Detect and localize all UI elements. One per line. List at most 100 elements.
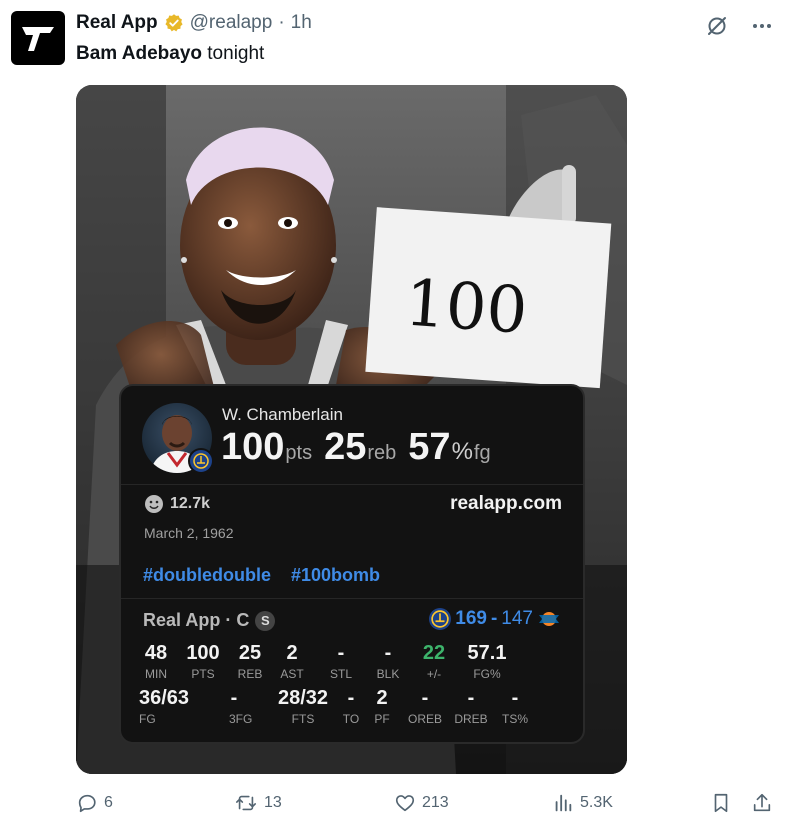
stat-cell: - DREB xyxy=(451,687,491,726)
share-icon xyxy=(753,793,771,812)
reactions-count: 12.7k xyxy=(170,495,211,512)
stat-value: - xyxy=(467,687,475,709)
repost-icon xyxy=(236,795,256,811)
pts-unit: pts xyxy=(285,442,313,464)
reply-count: 6 xyxy=(104,794,113,811)
stat-label: +/- xyxy=(426,667,442,681)
stat-label: BLK xyxy=(376,667,400,681)
post-text-rest: tonight xyxy=(202,43,265,64)
stat-cell: - OREB xyxy=(405,687,445,726)
reply-icon xyxy=(78,794,96,813)
stat-value: 57.1 xyxy=(467,642,507,664)
stat-value: - xyxy=(421,687,429,709)
stat-value: 48 xyxy=(144,642,168,664)
post-time[interactable]: 1h xyxy=(291,12,312,34)
like-button[interactable]: 213 xyxy=(394,792,449,814)
smiley-icon xyxy=(145,495,163,513)
stat-label: PF xyxy=(374,712,390,726)
more-options-icon[interactable] xyxy=(751,15,773,37)
stat-label: STL xyxy=(329,667,352,681)
stat-label: TS% xyxy=(501,712,528,726)
stat-cell: - TS% xyxy=(495,687,535,726)
reb-unit: reb xyxy=(367,442,397,464)
like-count: 213 xyxy=(422,794,449,811)
bookmark-button[interactable] xyxy=(710,792,732,814)
hashtag[interactable]: #100bomb xyxy=(291,565,380,586)
stat-value: - xyxy=(347,687,355,709)
score-dash: - xyxy=(490,608,498,629)
score-loss: 147 xyxy=(501,608,533,629)
stat-label: FG xyxy=(139,712,156,726)
stat-value: 36/63 xyxy=(139,687,190,709)
stat-value: 28/32 xyxy=(277,687,329,709)
headline-stats: 100pts 25reb 57%fg xyxy=(221,426,491,469)
reb-value: 25 xyxy=(324,426,367,468)
stat-cell: 28/32 FTS xyxy=(273,687,333,726)
stat-value: - xyxy=(511,687,519,709)
stat-cell: 36/63 FG xyxy=(139,687,203,726)
post-media[interactable]: 100 W. Chamberlain 100pts 25reb 57%fg 12… xyxy=(76,85,627,774)
author-handle[interactable]: @realapp xyxy=(190,12,273,34)
author-avatar[interactable] xyxy=(11,11,65,65)
stat-value: 25 xyxy=(238,642,262,664)
team-logo-small xyxy=(188,448,214,474)
s-badge: S xyxy=(255,610,276,631)
stat-cell: - BLK xyxy=(371,642,405,681)
stat-value: - xyxy=(230,687,238,709)
heart-icon xyxy=(395,795,415,812)
stat-value: 100 xyxy=(186,642,220,664)
warriors-logo-icon xyxy=(193,453,209,469)
stat-cell: 57.1 FG% xyxy=(465,642,509,681)
fg-percent-sign: % xyxy=(451,438,473,465)
bookmark-icon xyxy=(714,793,728,813)
stat-cell: 25 REB xyxy=(233,642,267,681)
final-score: 169-147 xyxy=(429,608,561,630)
site-link[interactable]: realapp.com xyxy=(450,493,562,515)
card-divider xyxy=(121,484,583,485)
hashtag[interactable]: #doubledouble xyxy=(143,565,271,586)
grok-icon[interactable] xyxy=(705,14,729,38)
stat-cell: - TO xyxy=(334,687,368,726)
share-button[interactable] xyxy=(751,792,773,814)
stat-label: FG% xyxy=(473,667,501,681)
post-header: Real App @realapp · 1h xyxy=(76,12,312,34)
author-name[interactable]: Real App xyxy=(76,12,158,34)
knicks-logo-icon xyxy=(537,608,561,630)
stat-cell: - 3FG xyxy=(217,687,252,726)
fg-value: 57 xyxy=(408,426,451,468)
knicks-logo-glyph-icon xyxy=(539,612,559,626)
game-date: March 2, 1962 xyxy=(144,525,234,541)
warriors-logo-glyph-icon xyxy=(431,610,449,628)
stat-value: - xyxy=(384,642,392,664)
card-divider xyxy=(121,598,583,599)
stat-cell: 22 +/- xyxy=(417,642,451,681)
stat-label: DREB xyxy=(454,712,488,726)
real-app-logo-icon xyxy=(22,27,54,51)
stat-cell: - STL xyxy=(324,642,358,681)
header-separator: · xyxy=(278,12,285,33)
reactions[interactable]: 12.7k xyxy=(144,494,210,514)
stat-label: PTS xyxy=(191,667,215,681)
stat-card[interactable]: W. Chamberlain 100pts 25reb 57%fg 12.7k … xyxy=(119,384,585,744)
stat-cell: 48 MIN xyxy=(139,642,173,681)
repost-button[interactable]: 13 xyxy=(234,792,282,814)
stat-label: TO xyxy=(342,712,360,726)
views-button[interactable]: 5.3K xyxy=(552,792,613,814)
post-action-bar: 6 13 213 5.3K xyxy=(0,792,791,818)
stat-cell: 100 PTS xyxy=(183,642,223,681)
stat-label: FTS xyxy=(291,712,315,726)
verified-badge-icon xyxy=(165,14,183,32)
box-score-label: Real App · C S xyxy=(143,610,276,631)
stat-value: - xyxy=(337,642,345,664)
stat-value: 2 xyxy=(376,687,388,709)
fg-unit: fg xyxy=(473,442,491,464)
stat-value: 22 xyxy=(422,642,446,664)
sign-text: 100 xyxy=(403,266,530,348)
repost-count: 13 xyxy=(264,794,282,811)
post-text: Bam Adebayo tonight xyxy=(76,43,264,65)
stat-label: AST xyxy=(280,667,304,681)
reply-button[interactable]: 6 xyxy=(76,792,113,814)
stat-label: MIN xyxy=(145,667,167,681)
pts-value: 100 xyxy=(221,426,285,468)
box-score-source: Real App · C xyxy=(143,610,250,630)
